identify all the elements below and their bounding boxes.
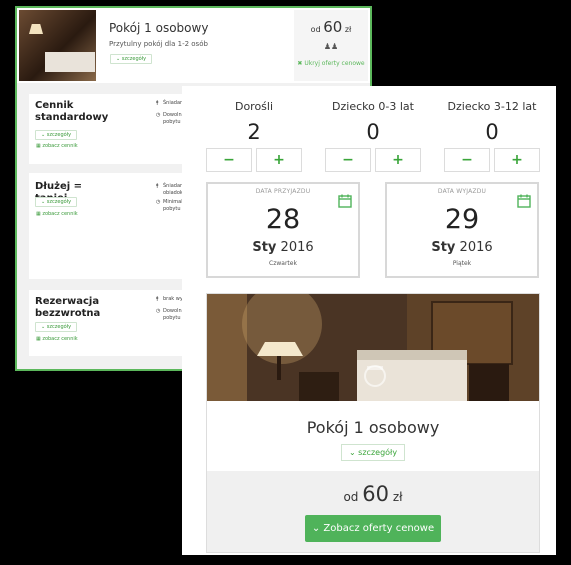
offer-details-button[interactable]: ⌄ szczegóły — [35, 197, 78, 207]
hide-offers-link[interactable]: ✖ Ukryj oferty cenowe — [294, 60, 368, 68]
counter-label: Dorośli — [234, 100, 274, 113]
clock-icon: ◷ — [156, 199, 161, 205]
back-room-photo[interactable] — [19, 10, 96, 81]
room-title: Pokój 1 osobowy — [306, 418, 440, 437]
date-caption: DATA PRZYJAZDU — [255, 188, 311, 195]
departure-date-picker[interactable]: DATA WYJAZDU 29 Sty 2016 Piątek — [385, 182, 539, 278]
date-month: Sty — [431, 240, 456, 255]
see-offers-button[interactable]: ⌄ Zobacz oferty cenowe — [305, 515, 441, 542]
offer-title: Cennik standardowy — [35, 100, 109, 123]
child-3-12-plus-button[interactable]: + — [494, 148, 540, 172]
date-weekday: Piątek — [452, 260, 472, 267]
back-details-button[interactable]: ⌄ szczegóły — [110, 54, 153, 64]
hotel-room-image — [207, 294, 539, 401]
lamp-shape — [29, 24, 43, 34]
price-currency: zł — [392, 490, 403, 504]
date-year: 2016 — [459, 240, 493, 255]
offer-card: Rezerwacja bezzwrotna ⌄ szczegóły ▦ zoba… — [29, 290, 199, 356]
offer-pricing-link[interactable]: ▦ zobacz cennik — [35, 142, 83, 152]
price-prefix: od — [343, 490, 359, 504]
counter-value: 0 — [485, 120, 499, 144]
clock-icon: ◷ — [156, 112, 161, 118]
date-month-year: Sty 2016 — [387, 240, 537, 255]
booking-panel: Dorośli 2 − + Dziecko 0-3 lat 0 − + Dzie… — [182, 86, 556, 555]
back-room-header: Pokój 1 osobowy Przytulny pokój dla 1-2 … — [17, 8, 370, 83]
cutlery-icon: ǂ — [156, 183, 159, 189]
room-photo[interactable] — [207, 294, 539, 401]
offer-pricing-link[interactable]: ▦ zobacz cennik — [35, 335, 83, 345]
counter-label: Dziecko 0-3 lat — [332, 100, 414, 113]
date-year: 2016 — [280, 240, 314, 255]
child-0-3-plus-button[interactable]: + — [375, 148, 421, 172]
price-prefix: od — [310, 25, 321, 34]
offer-card: Dłużej = taniej ⌄ szczegóły ▦ zobacz cen… — [29, 173, 199, 279]
date-caption: DATA WYJAZDU — [437, 188, 487, 195]
date-day: 29 — [444, 204, 480, 235]
offer-details-button[interactable]: ⌄ szczegóły — [35, 322, 78, 332]
room-details-button[interactable]: ⌄ szczegóły — [341, 444, 405, 461]
date-month: Sty — [252, 240, 277, 255]
cutlery-icon: ǂ — [156, 100, 159, 106]
child-0-3-minus-button[interactable]: − — [325, 148, 371, 172]
back-room-title: Pokój 1 osobowy — [109, 21, 209, 35]
adults-plus-button[interactable]: + — [256, 148, 302, 172]
persons-icon: ♟♟ — [323, 42, 339, 51]
room-info: Pokój 1 osobowy ⌄ szczegóły — [207, 401, 539, 471]
price-value: 60 — [362, 482, 389, 506]
counter-label: Dziecko 3-12 lat — [447, 100, 537, 113]
counter-value: 0 — [366, 120, 380, 144]
date-weekday: Czwartek — [269, 260, 297, 267]
offer-pricing-link[interactable]: ▦ zobacz cennik — [35, 210, 83, 220]
price-currency: zł — [344, 25, 352, 34]
arrival-date-picker[interactable]: DATA PRZYJAZDU 28 Sty 2016 Czwartek — [206, 182, 360, 278]
room-price: od 60 zł — [207, 482, 539, 506]
back-price-box: od 60 zł ♟♟ ✖ Ukryj oferty cenowe — [294, 10, 368, 81]
adults-minus-button[interactable]: − — [206, 148, 252, 172]
cutlery-icon: ǂ — [156, 296, 159, 302]
offer-details-button[interactable]: ⌄ szczegóły — [35, 130, 78, 140]
back-price: od 60 zł — [294, 18, 368, 36]
room-card: Pokój 1 osobowy ⌄ szczegóły od 60 zł ⌄ Z… — [206, 293, 540, 553]
clock-icon: ◷ — [156, 308, 161, 314]
offer-title: Rezerwacja bezzwrotna — [35, 296, 101, 319]
offer-card: Cennik standardowy ⌄ szczegóły ▦ zobacz … — [29, 94, 199, 164]
price-value: 60 — [323, 18, 343, 36]
date-month-year: Sty 2016 — [208, 240, 358, 255]
bed-shape — [45, 52, 95, 72]
counter-value: 2 — [247, 120, 261, 144]
back-room-subtitle: Przytulny pokój dla 1-2 osób — [109, 40, 208, 48]
child-3-12-minus-button[interactable]: − — [444, 148, 490, 172]
date-day: 28 — [265, 204, 301, 235]
